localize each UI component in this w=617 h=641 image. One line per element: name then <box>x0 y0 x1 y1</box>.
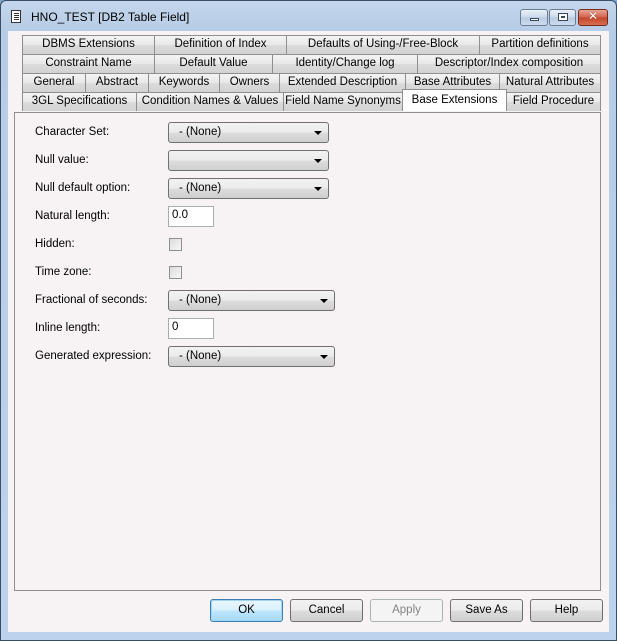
tab-row-4: 3GL Specifications Condition Names & Val… <box>8 89 609 111</box>
dialog-client: DBMS Extensions Definition of Index Defa… <box>8 31 609 632</box>
tab-extended-description[interactable]: Extended Description <box>279 73 406 92</box>
tab-row-1: DBMS Extensions Definition of Index Defa… <box>8 35 609 54</box>
tab-dbms-extensions[interactable]: DBMS Extensions <box>22 35 155 54</box>
dialog-window: HNO_TEST [DB2 Table Field] ✕ DBMS Extens… <box>0 0 617 641</box>
generated-expression-value: - (None) <box>179 350 222 362</box>
natural-length-input[interactable]: 0.0 <box>168 206 214 227</box>
chevron-down-icon <box>320 299 328 303</box>
natural-length-label: Natural length: <box>35 210 110 222</box>
fractional-of-seconds-value: - (None) <box>179 294 222 306</box>
tab-row-2: Constraint Name Default Value Identity/C… <box>8 54 609 73</box>
apply-button[interactable]: Apply <box>370 599 443 622</box>
generated-expression-dropdown[interactable]: - (None) <box>168 346 335 367</box>
chevron-down-icon <box>314 187 322 191</box>
character-set-dropdown[interactable]: - (None) <box>168 122 329 143</box>
hidden-checkbox[interactable] <box>169 238 182 251</box>
tab-3gl-specifications[interactable]: 3GL Specifications <box>22 92 137 111</box>
null-default-option-dropdown[interactable]: - (None) <box>168 178 329 199</box>
tab-abstract[interactable]: Abstract <box>85 73 149 92</box>
save-as-button[interactable]: Save As <box>450 599 523 622</box>
window-title: HNO_TEST [DB2 Table Field] <box>31 10 190 24</box>
tab-row-3: General Abstract Keywords Owners Extende… <box>8 73 609 92</box>
tab-field-name-synonyms[interactable]: Field Name Synonyms <box>283 92 403 111</box>
ok-button[interactable]: OK <box>210 599 283 622</box>
maximize-icon <box>558 13 568 21</box>
tab-keywords[interactable]: Keywords <box>148 73 220 92</box>
null-value-dropdown[interactable] <box>168 150 329 171</box>
inline-length-label: Inline length: <box>35 322 101 334</box>
cancel-button[interactable]: Cancel <box>290 599 363 622</box>
character-set-label: Character Set: <box>35 126 110 138</box>
tab-default-value[interactable]: Default Value <box>154 54 273 73</box>
tab-condition-names-values[interactable]: Condition Names & Values <box>136 92 284 111</box>
tab-descriptor-index-composition[interactable]: Descriptor/Index composition <box>417 54 601 73</box>
time-zone-label: Time zone: <box>35 266 92 278</box>
chevron-down-icon <box>314 159 322 163</box>
fractional-of-seconds-dropdown[interactable]: - (None) <box>168 290 335 311</box>
close-button[interactable]: ✕ <box>578 9 608 26</box>
minimize-icon <box>530 18 539 21</box>
null-default-option-label: Null default option: <box>35 182 131 194</box>
title-bar[interactable]: HNO_TEST [DB2 Table Field] ✕ <box>1 1 616 31</box>
tab-defaults-of-using-free-block[interactable]: Defaults of Using-/Free-Block <box>286 35 480 54</box>
minimize-button[interactable] <box>520 9 548 26</box>
time-zone-checkbox[interactable] <box>169 266 182 279</box>
hidden-label: Hidden: <box>35 238 75 250</box>
character-set-value: - (None) <box>179 126 222 138</box>
maximize-button[interactable] <box>549 9 576 26</box>
null-value-label: Null value: <box>35 154 89 166</box>
base-extensions-panel: Character Set: - (None) Null value: Null… <box>14 112 601 591</box>
fractional-of-seconds-label: Fractional of seconds: <box>35 294 148 306</box>
chevron-down-icon <box>320 355 328 359</box>
tab-constraint-name[interactable]: Constraint Name <box>22 54 155 73</box>
help-button[interactable]: Help <box>530 599 603 622</box>
tab-definition-of-index[interactable]: Definition of Index <box>154 35 287 54</box>
tab-natural-attributes[interactable]: Natural Attributes <box>499 73 601 92</box>
document-icon <box>11 10 21 23</box>
tab-field-procedure[interactable]: Field Procedure <box>506 92 601 111</box>
tab-general[interactable]: General <box>22 73 86 92</box>
close-icon: ✕ <box>587 9 599 23</box>
tab-base-extensions[interactable]: Base Extensions <box>402 89 507 111</box>
chevron-down-icon <box>314 131 322 135</box>
generated-expression-label: Generated expression: <box>35 350 152 362</box>
tab-owners[interactable]: Owners <box>219 73 280 92</box>
inline-length-input[interactable]: 0 <box>168 318 214 339</box>
null-default-option-value: - (None) <box>179 182 222 194</box>
tab-partition-definitions[interactable]: Partition definitions <box>479 35 601 54</box>
tab-identity-change-log[interactable]: Identity/Change log <box>272 54 418 73</box>
